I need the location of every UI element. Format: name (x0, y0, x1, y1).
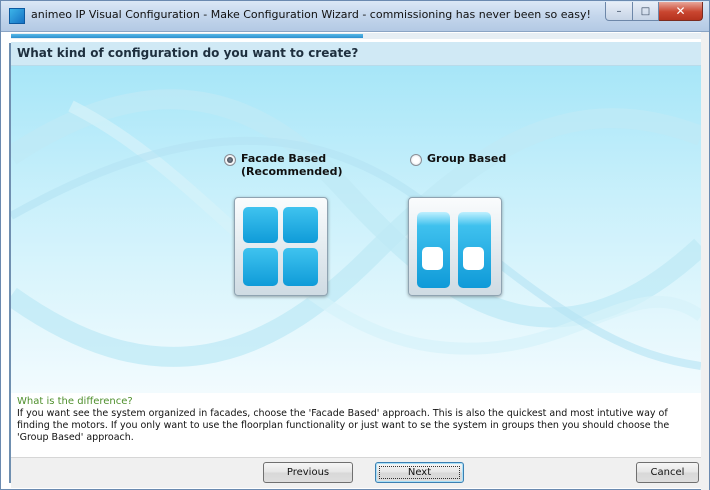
app-icon (9, 8, 25, 24)
info-panel: What is the difference? If you want see … (11, 393, 701, 455)
facade-based-label-line2: (Recommended) (241, 165, 343, 178)
next-button[interactable]: Next (375, 462, 464, 483)
title-bar[interactable]: animeo IP Visual Configuration - Make Co… (1, 1, 709, 32)
right-border (701, 32, 709, 490)
group-based-tile[interactable] (408, 197, 502, 296)
difference-line-3: 'Group Based' approach. (17, 432, 134, 443)
options-panel: Facade Based (Recommended) Group Based (11, 66, 701, 393)
facade-based-label-line1: Facade Based (241, 152, 327, 165)
cancel-button[interactable]: Cancel (636, 462, 699, 483)
difference-line-2: finding the motors. If you only want to … (17, 420, 670, 431)
background-waves (11, 89, 701, 370)
facade-based-label: Facade Based (Recommended) (241, 152, 343, 178)
maximize-button[interactable]: □ (633, 2, 659, 21)
previous-button[interactable]: Previous (263, 462, 353, 483)
close-icon: ✕ (675, 4, 686, 18)
group-based-label: Group Based (427, 152, 507, 165)
difference-description: If you want see the system organized in … (17, 408, 697, 444)
wizard-progress-bar (11, 33, 701, 39)
page-title: What kind of configuration do you want t… (17, 46, 359, 60)
difference-line-1: If you want see the system organized in … (17, 408, 668, 419)
group-based-option[interactable]: Group Based (410, 152, 506, 166)
page-header: What kind of configuration do you want t… (11, 42, 701, 66)
facade-based-radio[interactable] (224, 154, 236, 166)
wizard-window: animeo IP Visual Configuration - Make Co… (0, 0, 710, 490)
group-based-radio[interactable] (410, 154, 422, 166)
window-title: animeo IP Visual Configuration - Make Co… (31, 8, 591, 21)
difference-heading: What is the difference? (17, 396, 133, 407)
close-button[interactable]: ✕ (659, 2, 703, 21)
progress-fill (11, 34, 363, 38)
facade-based-tile[interactable] (234, 197, 328, 296)
minimize-icon: – (616, 5, 622, 17)
button-bar: Previous Next Cancel (11, 457, 701, 488)
minimize-button[interactable]: – (605, 2, 633, 21)
facade-based-option[interactable]: Facade Based (Recommended) (224, 152, 343, 178)
window-controls: – □ ✕ (605, 2, 703, 21)
maximize-icon: □ (640, 5, 651, 17)
